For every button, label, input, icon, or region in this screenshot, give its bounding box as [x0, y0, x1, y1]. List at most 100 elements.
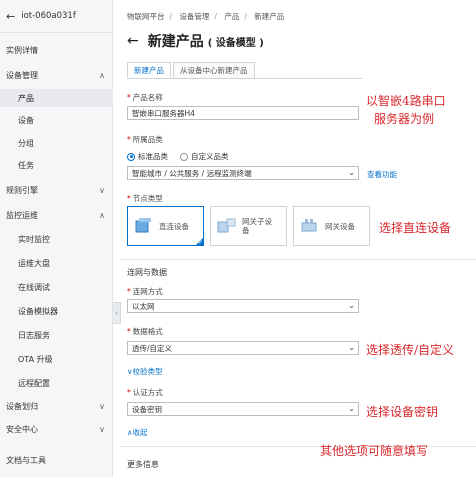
sidebar-item[interactable]: 分组 [0, 134, 113, 152]
breadcrumb-item[interactable]: 产品 [224, 12, 239, 21]
sidebar-item-label: 监控运维 [6, 210, 38, 220]
auth-select[interactable]: 设备密钥 ⌄ [127, 402, 359, 416]
gateway-sub-device-icon [217, 218, 236, 233]
sidebar-item[interactable]: 远程配置 [0, 374, 113, 392]
sidebar-item-label: 设备模拟器 [18, 306, 58, 316]
sidebar-item[interactable]: 在线调试 [0, 278, 113, 296]
gateway-icon [301, 219, 317, 232]
sidebar-item[interactable]: 监控运维 ∧ [0, 206, 113, 224]
instance-id: iot-060a031f [21, 11, 76, 21]
back-arrow-icon[interactable]: ← [127, 33, 139, 49]
category-select[interactable]: 智能城市 / 公共服务 / 远程监测终端 ⌄ [127, 166, 359, 180]
category-radio-group: 标准品类 自定义品类 [127, 151, 229, 162]
chevron-up-icon: ∧ [99, 70, 105, 80]
chevron-down-icon: ∨ [99, 424, 105, 434]
breadcrumb-item[interactable]: 物联网平台 [127, 12, 165, 21]
breadcrumb-item[interactable]: 设备管理 [179, 12, 209, 21]
sidebar-item[interactable]: 设备模拟器 [0, 302, 113, 320]
sidebar-item-label: 设备管理 [6, 70, 38, 80]
sidebar-item-label: 实例详情 [6, 45, 38, 55]
sidebar-item[interactable]: 设备管理 ∧ [0, 66, 113, 84]
chevron-down-icon: ⌄ [348, 168, 355, 177]
sidebar-item-label: 远程配置 [18, 378, 50, 388]
node-type-label: * 节点类型 [127, 194, 163, 203]
node-type-gateway-label: 网关设备 [325, 221, 355, 231]
product-name-label: * 产品名称 [127, 93, 163, 102]
node-type-gateway-sub[interactable]: 网关子设备 [210, 206, 287, 246]
sidebar-item-label: 产品 [18, 93, 34, 103]
radio-standard-label[interactable]: 标准品类 [138, 151, 168, 162]
instance-header[interactable]: ← iot-060a031f [0, 0, 112, 33]
breadcrumb: 物联网平台 / 设备管理 / 产品 / 新建产品 [127, 12, 285, 21]
node-type-direct-label: 直连设备 [159, 221, 189, 231]
sidebar-item[interactable]: 实例详情 [0, 41, 113, 59]
sidebar-item-label: OTA 升级 [18, 354, 53, 364]
sidebar: ← iot-060a031f 实例详情设备管理 ∧ 产品设备分组任务规则引擎 ∨ 监控运… [0, 0, 113, 477]
network-select[interactable]: 以太网 ⌄ [127, 299, 359, 313]
tab-new-product[interactable]: 新建产品 [127, 62, 171, 79]
sidebar-item[interactable]: 设备划归 ∨ [0, 397, 113, 415]
node-type-gateway[interactable]: 网关设备 [293, 206, 370, 246]
sidebar-item-label: 文档与工具 [6, 455, 46, 465]
tab-from-device-center[interactable]: 从设备中心新建产品 [173, 62, 255, 79]
page-title-row: ← 新建产品 ( 设备模型 ) [127, 31, 264, 51]
tab-divider [127, 78, 362, 79]
sidebar-item-label: 日志服务 [18, 330, 50, 340]
network-label: * 连网方式 [127, 287, 163, 296]
network-section-title: 连网与数据 [127, 268, 167, 277]
radio-standard[interactable] [127, 152, 135, 161]
sidebar-item-label: 任务 [18, 160, 34, 170]
annotation-direct: 选择直连设备 [379, 221, 452, 235]
sidebar-item-label: 运维大盘 [18, 258, 50, 268]
annotation-transparent: 选择透传/自定义 [366, 343, 455, 357]
check-icon: ✓ [197, 239, 203, 246]
sidebar-item[interactable]: 文档与工具 [0, 451, 113, 469]
sidebar-item-label: 规则引擎 [6, 185, 38, 195]
sidebar-item[interactable]: 设备 [0, 111, 113, 129]
collapse-toggle[interactable]: ∧收起 [127, 427, 148, 438]
page-title: 新建产品 [147, 34, 204, 50]
annotation-name-line1: 以智嵌4路串口 [366, 94, 446, 108]
product-name-input[interactable]: 智嵌串口服务器H4 [127, 106, 359, 120]
sidebar-item-label: 设备 [18, 115, 34, 125]
chevron-down-icon: ⌄ [348, 301, 355, 310]
sidebar-item[interactable]: 任务 [0, 156, 113, 174]
data-format-select[interactable]: 透传/自定义 ⌄ [127, 341, 359, 355]
chevron-down-icon: ∨ [99, 185, 105, 195]
sidebar-item-label: 设备划归 [6, 401, 38, 411]
node-type-direct[interactable]: 直连设备 ✓ [127, 206, 204, 246]
sidebar-item-label: 安全中心 [6, 424, 38, 434]
auth-label: * 认证方式 [127, 388, 163, 397]
chevron-down-icon: ⌄ [348, 404, 355, 413]
sidebar-item[interactable]: 安全中心 ∨ [0, 420, 113, 438]
sidebar-item-label: 在线调试 [18, 282, 50, 292]
view-function-link[interactable]: 查看功能 [367, 169, 397, 180]
sidebar-item[interactable]: OTA 升级 [0, 350, 113, 368]
device-icon [135, 218, 151, 233]
annotation-other: 其他选项可随意填写 [320, 444, 429, 458]
tab-bar: 新建产品 从设备中心新建产品 [127, 62, 255, 79]
radio-custom[interactable] [180, 152, 188, 161]
divider [120, 259, 476, 260]
node-type-gateway-sub-label: 网关子设备 [242, 217, 272, 235]
sidebar-item[interactable]: 规则引擎 ∨ [0, 181, 113, 199]
sidebar-item-label: 分组 [18, 138, 34, 148]
annotation-secret: 选择设备密钥 [366, 405, 439, 419]
radio-custom-label[interactable]: 自定义品类 [191, 151, 229, 162]
sidebar-item[interactable]: 产品 [0, 89, 113, 107]
data-format-label: * 数据格式 [127, 327, 163, 336]
page-subtitle: ( 设备模型 ) [207, 37, 264, 49]
sidebar-item[interactable]: 运维大盘 [0, 254, 113, 272]
chevron-down-icon: ∨ [99, 401, 105, 411]
sidebar-item[interactable]: 实时监控 [0, 230, 113, 248]
verify-type-toggle[interactable]: ∨校验类型 [127, 366, 163, 377]
sidebar-item[interactable]: 日志服务 [0, 326, 113, 344]
chevron-down-icon: ⌄ [348, 343, 355, 352]
more-info-title: 更多信息 [127, 460, 159, 469]
annotation-name-line2: 服务器为例 [374, 112, 435, 126]
breadcrumb-item: 新建产品 [254, 12, 285, 21]
category-label: * 所属品类 [127, 135, 163, 144]
back-arrow-icon[interactable]: ← [6, 10, 15, 23]
sidebar-item-label: 实时监控 [18, 234, 50, 244]
chevron-up-icon: ∧ [99, 210, 105, 220]
